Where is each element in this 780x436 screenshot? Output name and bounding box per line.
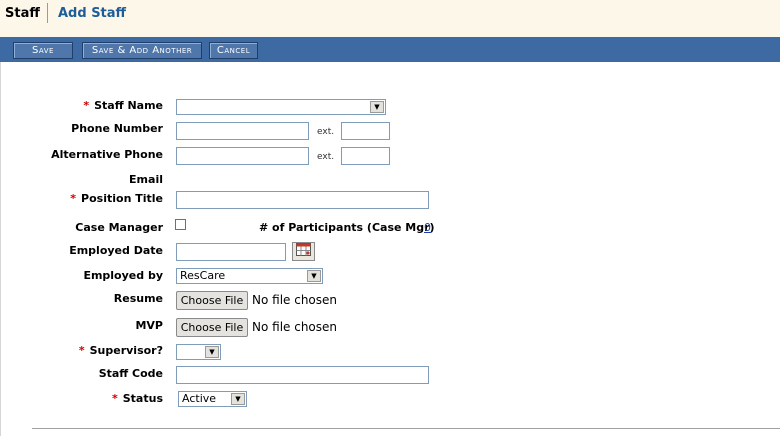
required-marker: *: [78, 344, 85, 357]
phone-ext-label: ext.: [317, 127, 335, 137]
position-title-label: * Position Title: [70, 192, 163, 205]
alt-phone-ext-input[interactable]: [341, 147, 390, 165]
status-select[interactable]: Active ▼: [178, 391, 247, 407]
action-toolbar: Save Save & Add Another Cancel: [0, 37, 780, 62]
phone-number-input[interactable]: [176, 122, 309, 140]
calendar-button[interactable]: [292, 242, 315, 261]
phone-ext-input[interactable]: [341, 122, 390, 140]
mvp-file-status: No file chosen: [252, 320, 338, 334]
employed-date-input[interactable]: [176, 243, 286, 261]
participants-label: # of Participants (Case Mgr): [259, 221, 435, 234]
supervisor-select[interactable]: ▼: [176, 344, 221, 360]
phone-number-label: Phone Number: [71, 122, 163, 135]
employed-by-label: Employed by: [83, 269, 163, 282]
participants-count-link[interactable]: 0: [424, 221, 431, 234]
case-manager-checkbox[interactable]: [175, 219, 186, 230]
staff-code-label: Staff Code: [98, 367, 163, 380]
save-add-another-button[interactable]: Save & Add Another: [82, 42, 202, 59]
alt-phone-ext-label: ext.: [317, 152, 335, 162]
breadcrumb-separator: [47, 3, 48, 23]
employed-by-select[interactable]: ResCare ▼: [176, 268, 323, 284]
form-divider: [32, 428, 780, 429]
chevron-down-icon: ▼: [370, 101, 384, 113]
breadcrumb-staff[interactable]: Staff: [5, 6, 40, 21]
staff-code-input[interactable]: [176, 366, 429, 384]
chevron-down-icon: ▼: [205, 346, 219, 358]
email-label: Email: [129, 173, 163, 186]
alt-phone-input[interactable]: [176, 147, 309, 165]
staff-name-label: * Staff Name: [83, 99, 163, 112]
cancel-button[interactable]: Cancel: [209, 42, 258, 59]
chevron-down-icon: ▼: [307, 270, 321, 282]
supervisor-label: * Supervisor?: [78, 344, 163, 357]
save-button[interactable]: Save: [13, 42, 73, 59]
staff-name-select[interactable]: ▼: [176, 99, 386, 115]
required-marker: *: [111, 392, 118, 405]
resume-label: Resume: [113, 292, 163, 305]
status-label: * Status: [111, 392, 163, 405]
calendar-icon: [296, 243, 311, 256]
resume-choose-file-button[interactable]: Choose File: [176, 291, 248, 310]
resume-file-status: No file chosen: [252, 293, 338, 307]
position-title-input[interactable]: [176, 191, 429, 209]
required-marker: *: [70, 192, 77, 205]
header-bar: Staff Add Staff: [0, 0, 780, 37]
chevron-down-icon: ▼: [231, 393, 245, 405]
employed-date-label: Employed Date: [69, 244, 163, 257]
alt-phone-label: Alternative Phone: [51, 148, 163, 161]
page-title: Add Staff: [58, 6, 127, 21]
required-marker: *: [83, 99, 90, 112]
mvp-choose-file-button[interactable]: Choose File: [176, 318, 248, 337]
mvp-label: MVP: [135, 319, 163, 332]
case-manager-label: Case Manager: [75, 221, 163, 234]
